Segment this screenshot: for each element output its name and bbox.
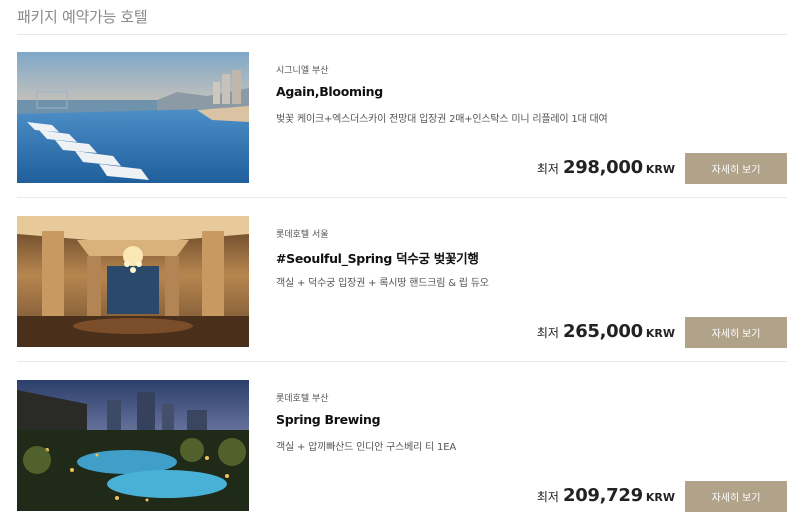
price-currency: KRW bbox=[645, 327, 675, 340]
package-description: 객실 + 덕수궁 입장권 + 록시땅 핸드크림 & 립 듀오 bbox=[276, 278, 489, 289]
hotel-photo[interactable] bbox=[17, 216, 249, 347]
hotel-photo[interactable] bbox=[17, 52, 249, 183]
price-display: 최저 209,729 KRW bbox=[537, 485, 675, 506]
price-prefix: 최저 bbox=[536, 162, 559, 176]
package-description: 벚꽃 케이크+엑스더스카이 전망대 입장권 2매+인스탁스 미니 리플레이 1대… bbox=[276, 114, 608, 125]
package-card: 롯데호텔 부산 Spring Brewing 객실 + 압끼빠산드 인디안 구스… bbox=[17, 363, 787, 526]
package-description: 객실 + 압끼빠산드 인디안 구스베리 티 1EA bbox=[276, 442, 456, 453]
price-amount: 209,729 bbox=[562, 485, 643, 506]
price-amount: 265,000 bbox=[562, 321, 643, 342]
package-card: 시그니엘 부산 Again,Blooming 벚꽃 케이크+엑스더스카이 전망대… bbox=[17, 35, 787, 198]
hotel-photo[interactable] bbox=[17, 380, 249, 511]
package-card: 롯데호텔 서울 #Seoulful_Spring 덕수궁 벚꽃기행 객실 + 덕… bbox=[17, 199, 787, 362]
package-title[interactable]: #Seoulful_Spring 덕수궁 벚꽃기행 bbox=[276, 248, 479, 267]
price-prefix: 최저 bbox=[536, 490, 559, 504]
card-divider bbox=[17, 197, 787, 198]
view-details-button[interactable]: 자세히 보기 bbox=[685, 153, 787, 184]
price-display: 최저 265,000 KRW bbox=[537, 321, 675, 342]
section-title: 패키지 예약가능 호텔 bbox=[17, 8, 148, 26]
price-currency: KRW bbox=[645, 163, 675, 176]
hotel-name: 롯데호텔 부산 bbox=[276, 394, 329, 404]
price-amount: 298,000 bbox=[562, 157, 643, 178]
price-prefix: 최저 bbox=[536, 326, 559, 340]
hotel-name: 시그니엘 부산 bbox=[276, 66, 329, 76]
card-divider bbox=[17, 361, 787, 362]
hotel-name: 롯데호텔 서울 bbox=[276, 230, 329, 240]
package-title[interactable]: Spring Brewing bbox=[276, 412, 381, 427]
price-currency: KRW bbox=[645, 491, 675, 504]
package-title[interactable]: Again,Blooming bbox=[276, 84, 383, 99]
price-display: 최저 298,000 KRW bbox=[537, 157, 675, 178]
view-details-button[interactable]: 자세히 보기 bbox=[685, 317, 787, 348]
view-details-button[interactable]: 자세히 보기 bbox=[685, 481, 787, 512]
